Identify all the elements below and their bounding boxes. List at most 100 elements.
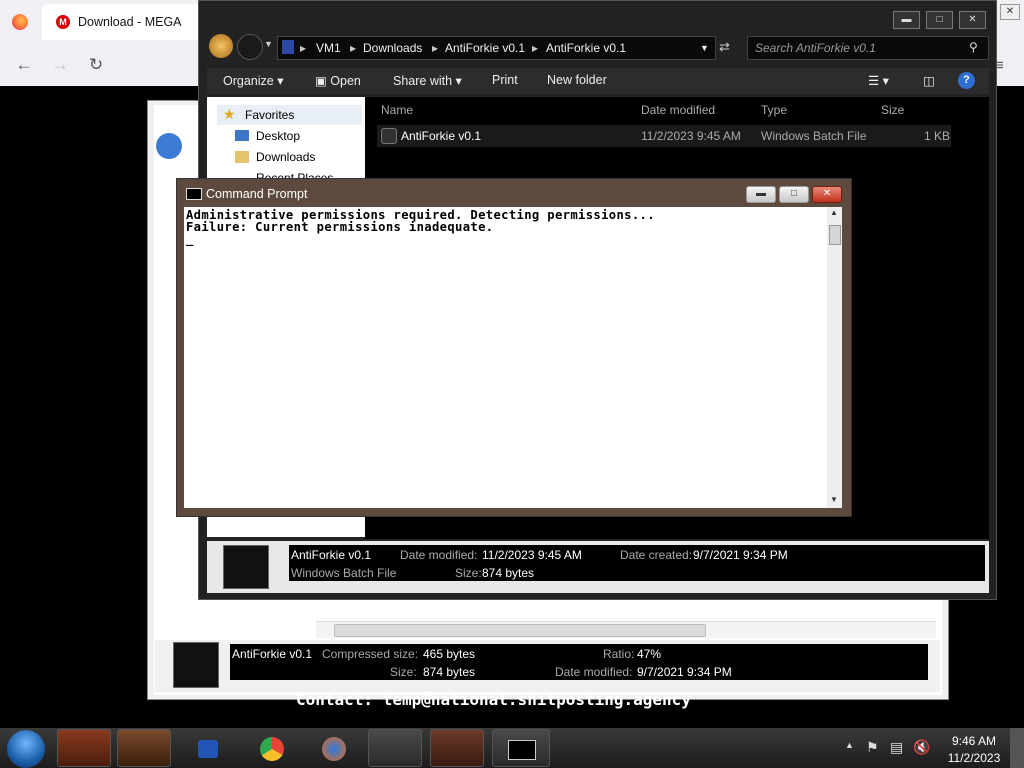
star-icon: ★ xyxy=(223,106,236,122)
media-player-icon[interactable] xyxy=(181,729,235,767)
firefox-icon[interactable] xyxy=(12,14,28,30)
zip-size-value: 874 bytes xyxy=(423,665,476,679)
batch-file-icon xyxy=(381,128,397,144)
forward-arrow-icon[interactable]: → xyxy=(49,54,71,76)
zip-date-value: 9/7/2021 9:34 PM xyxy=(637,665,732,679)
chrome-icon[interactable] xyxy=(244,729,298,767)
open-button[interactable]: ▣ Open xyxy=(315,73,361,88)
detail-date-modified: 11/2/2023 9:45 AM xyxy=(482,548,582,562)
tray-expand-icon[interactable]: ▲ xyxy=(845,740,854,750)
detail-date-modified-label: Date modified: xyxy=(400,548,478,562)
refresh-icon[interactable]: ⇄ xyxy=(719,39,730,55)
nav-downloads[interactable]: Downloads xyxy=(256,150,315,164)
network-icon[interactable]: ▤ xyxy=(890,739,903,756)
detail-size-label: Size: xyxy=(455,566,482,580)
cmd-icon xyxy=(186,188,202,200)
console-output[interactable]: Administrative permissions required. Det… xyxy=(184,207,827,508)
cmd-title: Command Prompt xyxy=(206,187,308,201)
address-dropdown-icon[interactable]: ▼ xyxy=(700,43,709,53)
console-line: Failure: Current permissions inadequate. xyxy=(186,220,494,234)
address-bar[interactable]: ▸ VM1 ▸ Downloads ▸ AntiForkie v0.1 ▸ An… xyxy=(277,36,716,60)
scroll-up-icon[interactable]: ▲ xyxy=(830,208,838,217)
cmd-scroll-thumb[interactable] xyxy=(829,225,841,245)
downloads-folder-icon xyxy=(235,151,249,163)
console-cursor: _ xyxy=(186,232,194,246)
cmd-close-button[interactable]: ✕ xyxy=(812,186,842,203)
folder-icon xyxy=(282,40,294,54)
compressed-value: 465 bytes xyxy=(423,647,476,661)
back-nav-icon[interactable] xyxy=(156,133,182,159)
new-folder-button[interactable]: New folder xyxy=(547,73,607,87)
search-icon[interactable]: ⚲ xyxy=(969,40,978,54)
file-name[interactable]: AntiForkie v0.1 xyxy=(401,129,481,143)
forward-button[interactable] xyxy=(237,34,263,60)
column-date-modified[interactable]: Date modified xyxy=(641,103,715,117)
scrollbar-thumb[interactable] xyxy=(334,624,706,637)
column-type[interactable]: Type xyxy=(761,103,787,117)
detail-name: AntiForkie v0.1 xyxy=(291,548,372,562)
cmd-titlebar[interactable]: Command Prompt ▬ □ ✕ xyxy=(177,179,851,205)
share-with-button[interactable]: Share with ▾ xyxy=(393,73,462,88)
firefox-taskbar-icon[interactable] xyxy=(306,729,360,767)
cmd-scrollbar[interactable]: ▲ ▼ xyxy=(827,207,842,508)
reload-icon[interactable]: ↻ xyxy=(85,54,107,76)
detail-date-created: 9/7/2021 9:34 PM xyxy=(693,548,788,562)
back-button[interactable] xyxy=(209,34,233,58)
show-desktop-button[interactable] xyxy=(1010,728,1024,768)
breadcrumb-antiforkie-current[interactable]: AntiForkie v0.1 xyxy=(546,41,626,55)
column-name[interactable]: Name xyxy=(381,103,413,117)
tab-title[interactable]: Download - MEGA xyxy=(78,15,182,29)
breadcrumb-downloads[interactable]: Downloads xyxy=(363,41,422,55)
recent-pages-icon[interactable]: ▼ xyxy=(264,39,273,49)
ratio-value: 47% xyxy=(637,647,662,661)
ratio-label: Ratio: xyxy=(603,647,635,661)
maximize-button[interactable]: □ xyxy=(926,11,953,29)
browser-close-icon[interactable]: ✕ xyxy=(1000,4,1020,20)
minimize-button[interactable]: ▬ xyxy=(893,11,920,29)
cmd-maximize-button[interactable]: □ xyxy=(779,186,809,203)
zip-size-label: Size: xyxy=(390,665,417,679)
detail-size: 874 bytes xyxy=(482,566,535,580)
action-center-icon[interactable]: ⚑ xyxy=(866,739,879,756)
zip-detail-name: AntiForkie v0.1 xyxy=(232,647,313,661)
volume-muted-icon[interactable]: 🔇 xyxy=(913,739,930,756)
column-size[interactable]: Size xyxy=(881,103,904,117)
cmd-minimize-button[interactable]: ▬ xyxy=(746,186,776,203)
internet-explorer-icon[interactable] xyxy=(57,729,111,767)
winrar-icon[interactable] xyxy=(430,729,484,767)
close-button[interactable]: ✕ xyxy=(959,11,986,29)
breadcrumb-vm1[interactable]: VM1 xyxy=(316,41,341,55)
command-prompt-window[interactable]: Command Prompt ▬ □ ✕ Administrative perm… xyxy=(176,178,852,517)
back-arrow-icon[interactable]: ← xyxy=(13,54,35,76)
details-info: AntiForkie v0.1 Windows Batch File Date … xyxy=(289,545,985,581)
taskbar: ▲ ⚑ ▤ 🔇 9:46 AM 11/2/2023 xyxy=(0,728,1024,768)
zip-date-label: Date modified: xyxy=(555,665,633,679)
contact-text: Contact: temp@national.shitposting.agenc… xyxy=(296,690,691,709)
file-type: Windows Batch File xyxy=(761,129,867,143)
file-row[interactable]: AntiForkie v0.1 11/2/2023 9:45 AM Window… xyxy=(377,125,951,147)
file-explorer-icon[interactable] xyxy=(117,729,171,767)
zip-details-info: AntiForkie v0.1 Compressed size: 465 byt… xyxy=(230,644,928,680)
horizontal-scrollbar[interactable] xyxy=(316,621,936,638)
search-input[interactable]: Search AntiForkie v0.1 ⚲ xyxy=(747,36,989,60)
view-options-icon[interactable]: ☰ ▾ xyxy=(868,73,889,88)
breadcrumb-antiforkie[interactable]: AntiForkie v0.1 xyxy=(445,41,525,55)
preview-pane-icon[interactable]: ◫ xyxy=(923,73,935,88)
desktop-icon xyxy=(235,130,249,141)
compressed-label: Compressed size: xyxy=(322,647,419,661)
tray-date[interactable]: 11/2/2023 xyxy=(946,751,1002,765)
print-button[interactable]: Print xyxy=(492,73,518,87)
help-icon[interactable]: ? xyxy=(958,72,975,89)
search-placeholder: Search AntiForkie v0.1 xyxy=(755,41,876,55)
network-app-icon[interactable] xyxy=(368,729,422,767)
batch-file-large-icon xyxy=(223,545,269,589)
tray-time[interactable]: 9:46 AM xyxy=(946,734,1002,748)
organize-button[interactable]: Organize ▾ xyxy=(223,73,283,88)
cmd-taskbar-icon[interactable] xyxy=(492,729,550,767)
nav-desktop[interactable]: Desktop xyxy=(256,129,300,143)
favorites-header[interactable]: ★ Favorites xyxy=(217,105,362,125)
detail-date-created-label: Date created: xyxy=(620,548,693,562)
scroll-down-icon[interactable]: ▼ xyxy=(830,495,838,504)
file-size: 1 KB xyxy=(924,129,951,143)
start-button[interactable] xyxy=(7,730,45,768)
